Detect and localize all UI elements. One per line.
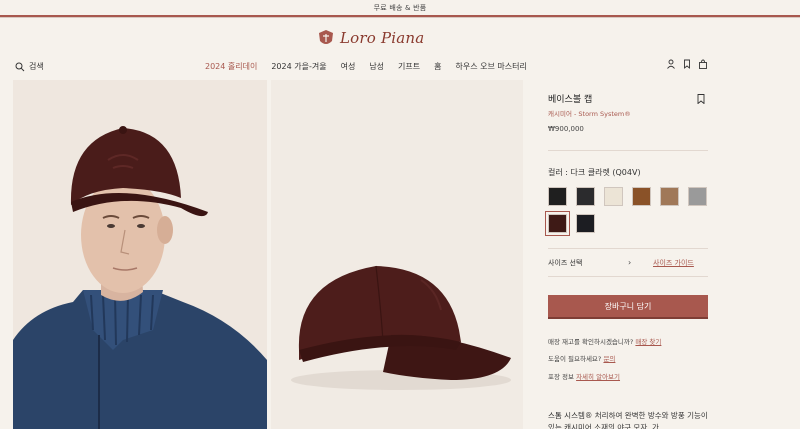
help-row: 도움이 필요하세요? 문의 bbox=[548, 353, 615, 363]
nav-item-house-of-mastery[interactable]: 하우스 오브 마스터리 bbox=[449, 61, 534, 72]
bookmark-icon[interactable] bbox=[697, 94, 705, 104]
find-store-link[interactable]: 매장 찾기 bbox=[635, 338, 661, 346]
store-stock-text: 매장 재고를 확인하시겠습니까? bbox=[548, 338, 634, 346]
nav-item-gifts[interactable]: 기프트 bbox=[391, 61, 427, 72]
divider bbox=[548, 150, 708, 151]
packaging-text: 포장 정보 bbox=[548, 373, 574, 381]
nav-item-women[interactable]: 여성 bbox=[334, 61, 363, 72]
color-swatch-camel[interactable] bbox=[660, 187, 679, 206]
color-swatch-grey[interactable] bbox=[688, 187, 707, 206]
promo-bar: 무료 배송 & 반품 bbox=[0, 0, 800, 17]
color-swatch-navy-black[interactable] bbox=[576, 214, 595, 233]
promo-divider bbox=[0, 17, 800, 18]
contact-link[interactable]: 문의 bbox=[603, 355, 615, 363]
brand-wordmark: Loro Piana bbox=[340, 29, 425, 47]
color-swatch-dark-claret[interactable] bbox=[545, 211, 570, 236]
size-select[interactable]: 사이즈 선택 bbox=[548, 258, 582, 268]
search-trigger[interactable]: 검색 bbox=[15, 61, 44, 72]
model-illustration bbox=[13, 80, 267, 429]
product-description: 스톰 시스템® 처리하여 완벽한 방수와 방풍 기능이 있는 캐시미어 소재의 … bbox=[548, 411, 708, 429]
packaging-row: 포장 정보 자세히 알아보기 bbox=[548, 371, 620, 381]
color-swatch-black[interactable] bbox=[548, 187, 567, 206]
nav-item-home[interactable]: 홈 bbox=[427, 61, 448, 72]
cap-illustration bbox=[271, 80, 523, 429]
add-to-cart-button[interactable]: 장바구니 담기 bbox=[548, 295, 708, 319]
crest-icon bbox=[319, 30, 333, 44]
divider bbox=[548, 276, 708, 277]
nav-icons bbox=[666, 59, 708, 69]
nav-menu: 2024 홀리데이 2024 가을-겨울 여성 남성 기프트 홈 하우스 오브 … bbox=[198, 61, 534, 72]
brand-logo[interactable]: Loro Piana bbox=[316, 27, 424, 49]
product-title: 베이스볼 캡 bbox=[548, 95, 593, 105]
search-label: 검색 bbox=[29, 62, 44, 71]
account-icon[interactable] bbox=[666, 59, 676, 69]
divider bbox=[548, 248, 708, 249]
color-swatch-cognac[interactable] bbox=[632, 187, 651, 206]
learn-more-link[interactable]: 자세히 알아보기 bbox=[576, 373, 620, 381]
product-photo-cap[interactable] bbox=[271, 80, 523, 429]
shopping-bag-icon[interactable] bbox=[698, 59, 708, 69]
color-swatch-charcoal[interactable] bbox=[576, 187, 595, 206]
product-photo-model[interactable] bbox=[13, 80, 267, 429]
product-price: ₩900,000 bbox=[548, 125, 584, 133]
store-stock-row: 매장 재고를 확인하시겠습니까? 매장 찾기 bbox=[548, 336, 661, 346]
color-label: 컬러 : 다크 클라렛 (Q04V) bbox=[548, 168, 641, 177]
main-navigation: 검색 2024 홀리데이 2024 가을-겨울 여성 남성 기프트 홈 하우스 … bbox=[0, 56, 800, 76]
size-guide-link[interactable]: 사이즈 가이드 bbox=[653, 258, 694, 268]
wishlist-icon[interactable] bbox=[682, 59, 692, 69]
chevron-right-icon[interactable]: › bbox=[628, 258, 631, 267]
promo-text: 무료 배송 & 반품 bbox=[373, 3, 427, 12]
nav-item-holiday[interactable]: 2024 홀리데이 bbox=[198, 61, 264, 72]
color-swatch-cream[interactable] bbox=[604, 187, 623, 206]
help-text: 도움이 필요하세요? bbox=[548, 355, 602, 363]
nav-item-fall-winter[interactable]: 2024 가을-겨울 bbox=[264, 61, 333, 72]
product-material: 캐시미어 - Storm System® bbox=[548, 110, 631, 118]
nav-item-men[interactable]: 남성 bbox=[362, 61, 391, 72]
search-icon bbox=[15, 62, 25, 71]
